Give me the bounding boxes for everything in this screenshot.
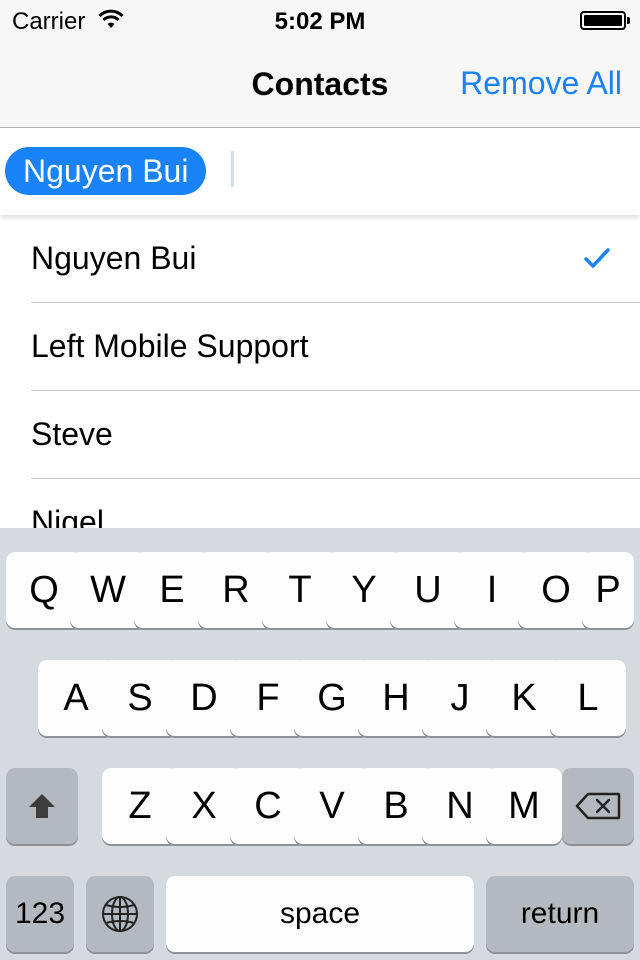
remove-all-button[interactable]: Remove All: [460, 65, 622, 102]
contact-name: Nguyen Bui: [31, 240, 197, 276]
key-l[interactable]: L: [550, 660, 626, 736]
list-item[interactable]: Steve: [0, 391, 640, 479]
backspace-icon: [575, 792, 621, 820]
navigation-bar: Contacts Remove All: [0, 40, 640, 128]
globe-icon: [102, 896, 138, 932]
recipient-token[interactable]: Nguyen Bui: [5, 147, 207, 195]
delete-key[interactable]: [562, 768, 634, 844]
contact-name: Left Mobile Support: [31, 328, 309, 364]
contact-name: Steve: [31, 416, 113, 452]
return-key[interactable]: return: [486, 876, 634, 952]
list-item[interactable]: Left Mobile Support: [0, 303, 640, 391]
contact-list[interactable]: Nguyen Bui Left Mobile Support Steve Nig…: [0, 215, 640, 528]
clock: 5:02 PM: [274, 8, 366, 35]
globe-key[interactable]: [86, 876, 154, 952]
shift-key[interactable]: [6, 768, 78, 844]
key-m[interactable]: M: [486, 768, 562, 844]
contact-name: Nigel: [31, 504, 104, 528]
key-p[interactable]: P: [582, 552, 634, 628]
checkmark-icon: [584, 248, 610, 268]
recipient-field[interactable]: Nguyen Bui: [0, 129, 640, 215]
space-key[interactable]: space: [166, 876, 474, 952]
battery-icon: [580, 11, 630, 30]
keyboard: Q W E R T Y U I O P A S D F G H J K L Z …: [0, 528, 640, 960]
text-cursor: [231, 151, 234, 187]
status-bar: Carrier 5:02 PM: [0, 0, 640, 40]
list-item[interactable]: Nigel: [0, 479, 640, 528]
list-item[interactable]: Nguyen Bui: [0, 215, 640, 303]
numbers-key[interactable]: 123: [6, 876, 74, 952]
shift-arrow-icon: [29, 794, 55, 818]
